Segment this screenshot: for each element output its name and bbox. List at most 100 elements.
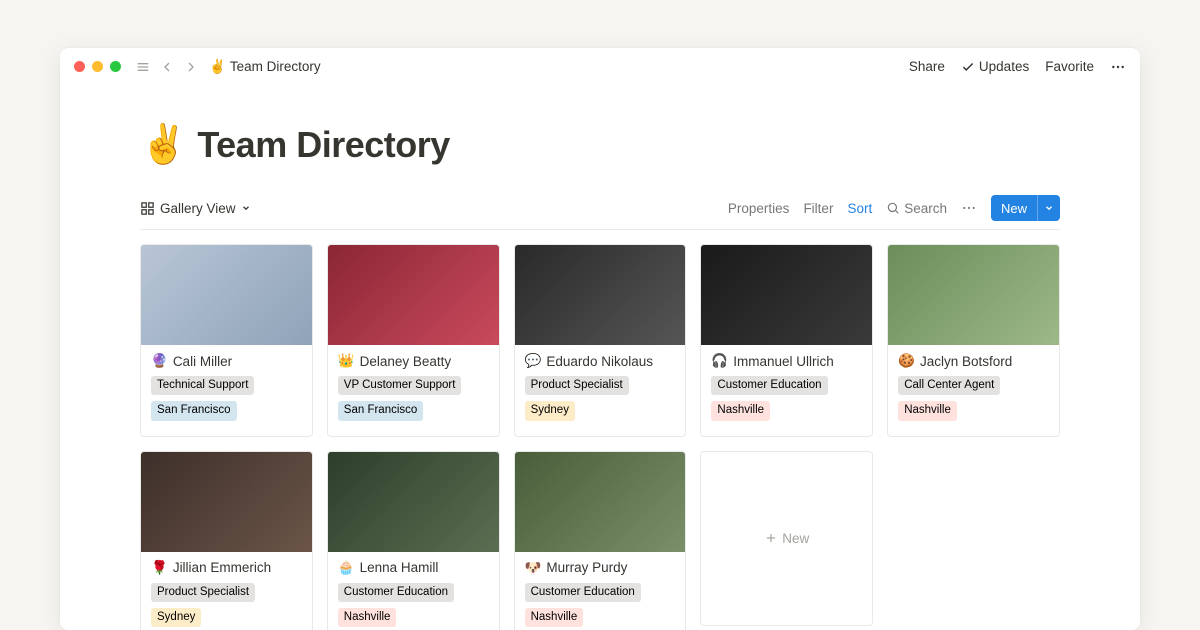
chevron-down-icon: [1044, 203, 1054, 213]
gallery-card[interactable]: 🌹 Jillian Emmerich Product Specialist Sydne…: [140, 451, 313, 630]
card-emoji: 🐶: [525, 560, 542, 576]
card-body: 🐶Murray PurdyCustomer EducationNashville: [515, 552, 686, 630]
card-name-text: Cali Miller: [173, 354, 232, 369]
gallery-card[interactable]: 🍪 Jaclyn Botsford Call Center Agent Nashvil…: [887, 244, 1060, 437]
search-label: Search: [904, 201, 947, 216]
card-name: 🍪 Jaclyn Botsford: [898, 353, 1049, 369]
view-selector[interactable]: Gallery View: [140, 201, 251, 216]
card-emoji: 🔮: [151, 353, 168, 369]
page-content: ✌️ Team Directory Gallery View Propertie…: [60, 85, 1140, 630]
favorite-button[interactable]: Favorite: [1045, 59, 1094, 74]
card-image: [515, 452, 686, 552]
card-image: [328, 245, 499, 345]
window-controls: [74, 61, 121, 72]
new-button[interactable]: New: [991, 195, 1060, 221]
filter-button[interactable]: Filter: [803, 201, 833, 216]
gallery-card[interactable]: 💬Eduardo NikolausProduct SpecialistSydne…: [514, 244, 687, 437]
card-emoji: 🌹: [151, 560, 168, 576]
chevron-down-icon: [241, 203, 251, 213]
location-tag: Nashville: [898, 401, 957, 420]
card-name: 🐶 Murray Purdy: [525, 560, 676, 576]
properties-button[interactable]: Properties: [728, 201, 790, 216]
card-name-text: Jaclyn Botsford: [920, 354, 1012, 369]
card-image: [701, 245, 872, 345]
share-button[interactable]: Share: [909, 59, 945, 74]
location-tag: Nashville: [525, 608, 584, 627]
role-tag: VP Customer Support: [338, 376, 462, 395]
card-emoji: 👑: [338, 353, 355, 369]
location-tag: San Francisco: [338, 401, 424, 420]
new-card[interactable]: New: [700, 451, 873, 626]
location-tag: Nashville: [711, 401, 770, 420]
card-image: [515, 245, 686, 345]
titlebar-actions: Share Updates Favorite: [909, 59, 1126, 75]
more-options-button[interactable]: [961, 200, 977, 216]
search-icon: [886, 201, 900, 215]
card-body: 🧁 Lenna Hamill Customer Education Nashville: [328, 552, 499, 630]
card-body: 🔮Cali MillerTechnical SupportSan Francis…: [141, 345, 312, 436]
card-name-text: Immanuel Ullrich: [733, 354, 834, 369]
breadcrumb-title: Team Directory: [230, 59, 321, 74]
card-name-text: Jillian Emmerich: [173, 560, 271, 575]
new-button-dropdown[interactable]: [1037, 195, 1060, 221]
updates-label: Updates: [979, 59, 1029, 74]
updates-button[interactable]: Updates: [961, 59, 1029, 74]
card-name: 🎧 Immanuel Ullrich: [711, 353, 862, 369]
role-tag: Customer Education: [338, 583, 454, 602]
card-image: [888, 245, 1059, 345]
card-image: [328, 452, 499, 552]
gallery-card[interactable]: 👑 Delaney Beatty VP Customer Support San Fr…: [327, 244, 500, 437]
card-name-text: Murray Purdy: [546, 560, 627, 575]
card-name: 👑 Delaney Beatty: [338, 353, 489, 369]
location-tag: Sydney: [151, 608, 201, 627]
breadcrumb[interactable]: ✌️ Team Directory: [209, 59, 321, 75]
card-name: 🧁 Lenna Hamill: [338, 560, 489, 576]
gallery-card[interactable]: 🎧 Immanuel Ullrich Customer Education Nashv…: [700, 244, 873, 437]
card-body: 👑 Delaney Beatty VP Customer Support San Fr…: [328, 345, 499, 436]
role-tag: Product Specialist: [525, 376, 629, 395]
new-button-label: New: [991, 201, 1037, 216]
card-emoji: 🧁: [338, 560, 355, 576]
card-image: [141, 245, 312, 345]
maximize-window-button[interactable]: [110, 61, 121, 72]
location-tag: San Francisco: [151, 401, 237, 420]
card-emoji: 🍪: [898, 353, 915, 369]
card-name-text: Lenna Hamill: [360, 560, 439, 575]
database-toolbar: Gallery View Properties Filter Sort Sear…: [140, 195, 1060, 230]
back-button[interactable]: [159, 59, 175, 75]
page-emoji[interactable]: ✌️: [140, 123, 187, 167]
gallery-card[interactable]: 🔮Cali MillerTechnical SupportSan Francis…: [140, 244, 313, 437]
forward-button[interactable]: [183, 59, 199, 75]
page-header: ✌️ Team Directory: [140, 123, 1060, 167]
menu-icon[interactable]: [135, 59, 151, 75]
breadcrumb-emoji: ✌️: [209, 59, 226, 75]
minimize-window-button[interactable]: [92, 61, 103, 72]
view-label: Gallery View: [160, 201, 236, 216]
plus-icon: [764, 531, 778, 545]
location-tag: Sydney: [525, 401, 575, 420]
card-name-text: Delaney Beatty: [360, 354, 452, 369]
card-name: 🔮 Cali Miller: [151, 353, 302, 369]
sort-button[interactable]: Sort: [847, 201, 872, 216]
search-button[interactable]: Search: [886, 201, 947, 216]
location-tag: Nashville: [338, 608, 397, 627]
card-emoji: 💬: [525, 353, 542, 369]
more-icon[interactable]: [1110, 59, 1126, 75]
card-body: 🎧 Immanuel Ullrich Customer Education Nashv…: [701, 345, 872, 436]
gallery-card[interactable]: 🐶Murray PurdyCustomer EducationNashville: [514, 451, 687, 630]
card-name: 🌹 Jillian Emmerich: [151, 560, 302, 576]
gallery-card[interactable]: 🧁 Lenna Hamill Customer Education Nashville: [327, 451, 500, 630]
card-body: 🌹 Jillian Emmerich Product Specialist Sydne…: [141, 552, 312, 630]
close-window-button[interactable]: [74, 61, 85, 72]
card-emoji: 🎧: [711, 353, 728, 369]
titlebar: ✌️ Team Directory Share Updates Favorite: [60, 48, 1140, 85]
card-body: 💬Eduardo NikolausProduct SpecialistSydne…: [515, 345, 686, 436]
card-image: [141, 452, 312, 552]
new-card-label: New: [782, 531, 809, 546]
app-window: ✌️ Team Directory Share Updates Favorite…: [60, 48, 1140, 630]
role-tag: Customer Education: [711, 376, 827, 395]
role-tag: Call Center Agent: [898, 376, 1000, 395]
page-title[interactable]: Team Directory: [197, 124, 449, 166]
dots-icon: [961, 200, 977, 216]
role-tag: Product Specialist: [151, 583, 255, 602]
